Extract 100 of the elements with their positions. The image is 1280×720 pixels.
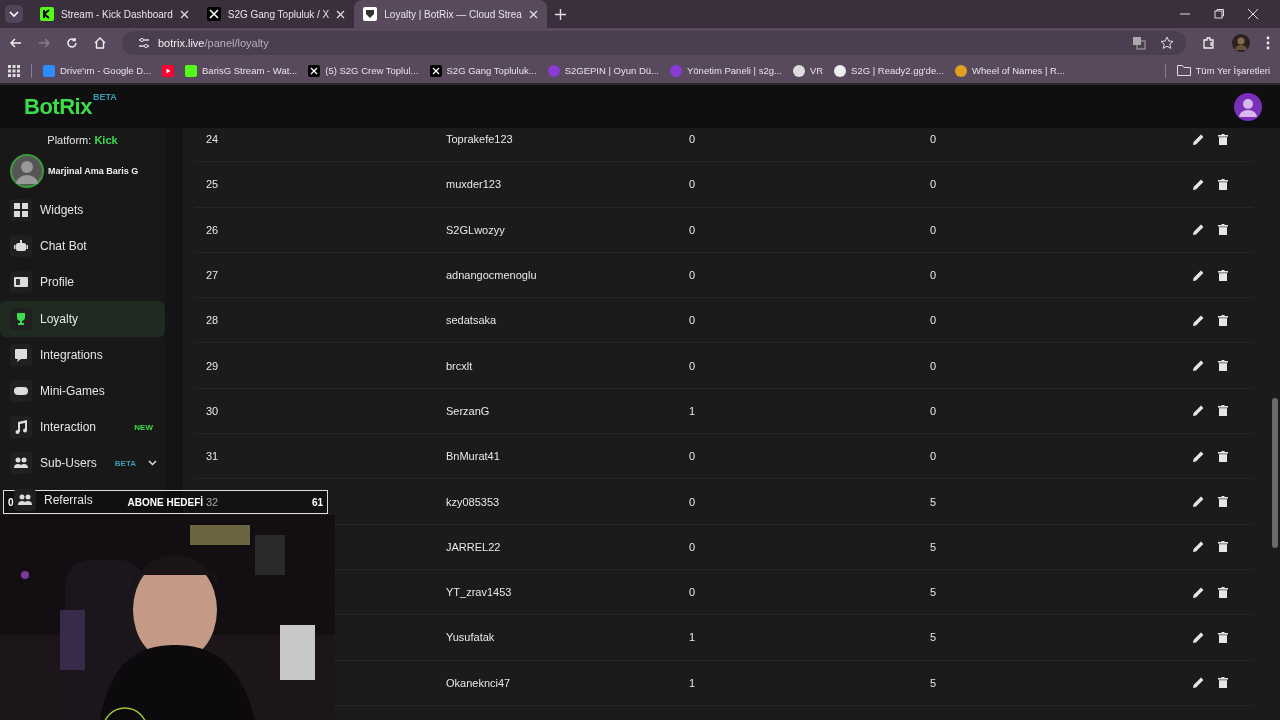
edit-icon[interactable] [1193, 677, 1204, 689]
browser-tab[interactable]: Stream - Kick Dashboard [31, 0, 198, 28]
tab-list-icon[interactable] [5, 5, 23, 23]
row-number: 29 [206, 359, 219, 372]
favicon-icon [43, 64, 55, 77]
card-icon [14, 275, 28, 290]
extensions-icon[interactable] [1202, 36, 1216, 50]
bookmark-star-icon[interactable] [1160, 36, 1174, 50]
delete-icon[interactable] [1218, 586, 1228, 598]
edit-icon[interactable] [1193, 178, 1204, 190]
robot-icon [14, 239, 28, 254]
site-settings-icon[interactable] [138, 37, 150, 49]
row-number: 24 [206, 133, 219, 146]
delete-icon[interactable] [1218, 178, 1228, 190]
scrollbar-thumb[interactable] [1272, 398, 1278, 548]
table-cell: 0 [930, 450, 937, 463]
bookmark[interactable]: S2GEPIN | Oyun Dü... [547, 64, 659, 77]
delete-icon[interactable] [1218, 314, 1228, 326]
user-avatar[interactable] [10, 153, 44, 188]
goal-target: 61 [311, 496, 323, 508]
edit-icon[interactable] [1193, 496, 1204, 507]
trophy-icon [14, 311, 28, 326]
table-cell: 0 [930, 359, 937, 372]
bookmark[interactable]: Wheel of Names | R... [955, 64, 1065, 77]
table-cell: 0 [930, 133, 937, 146]
profile-avatar[interactable] [1232, 34, 1250, 52]
translate-icon[interactable] [1132, 36, 1146, 50]
edit-icon[interactable] [1193, 405, 1204, 417]
delete-icon[interactable] [1218, 631, 1228, 643]
table-cell: 5 [930, 540, 937, 553]
new-tab-icon[interactable] [554, 8, 566, 20]
row-number: 25 [206, 178, 219, 191]
address-bar[interactable]: botrix.live/panel/loyalty [122, 31, 1186, 55]
table-cell: 1 [689, 404, 696, 417]
close-icon[interactable] [336, 9, 346, 19]
sidebar-item[interactable]: Referrals [14, 489, 97, 510]
delete-icon[interactable] [1218, 541, 1228, 553]
edit-icon[interactable] [1193, 631, 1204, 643]
all-bookmarks-folder[interactable]: Tüm Yer İşaretleri [1176, 65, 1270, 76]
delete-icon[interactable] [1218, 677, 1228, 689]
edit-icon[interactable] [1193, 586, 1204, 598]
close-icon[interactable] [528, 9, 538, 19]
row-number: 28 [206, 314, 219, 327]
sidebar-item[interactable]: Loyalty [0, 300, 165, 337]
sidebar-item[interactable]: Chat Bot [0, 228, 165, 265]
restore-icon[interactable] [1214, 9, 1224, 19]
table-cell: 0 [689, 269, 696, 282]
table-cell: 0 [689, 495, 696, 508]
sidebar-item[interactable]: Profile [0, 264, 165, 301]
delete-icon[interactable] [1218, 405, 1228, 417]
users-icon [18, 492, 32, 507]
apps-icon[interactable] [8, 64, 20, 77]
row-number: 30 [206, 404, 219, 417]
bookmark[interactable]: S2G | Ready2.gg'de... [834, 64, 945, 77]
delete-icon[interactable] [1218, 269, 1228, 281]
menu-icon[interactable] [1266, 36, 1270, 50]
bookmark[interactable] [162, 64, 175, 77]
delete-icon[interactable] [1218, 133, 1228, 145]
chat-icon [14, 347, 28, 362]
edit-icon[interactable] [1193, 133, 1204, 145]
delete-icon[interactable] [1218, 224, 1228, 236]
sidebar-item[interactable]: Widgets [0, 192, 165, 229]
close-icon[interactable] [1248, 9, 1258, 19]
sidebar-item[interactable]: Interaction NEW [0, 409, 165, 446]
bookmark[interactable]: BarisG Stream - Wat... [185, 64, 298, 77]
logo[interactable]: BotRix [24, 93, 92, 120]
row-number: 31 [206, 450, 219, 463]
delete-icon[interactable] [1218, 496, 1228, 507]
bookmark[interactable]: Yönetim Paneli | s2g... [670, 64, 782, 77]
table-cell: 0 [689, 586, 696, 599]
reload-icon[interactable] [66, 37, 78, 49]
table-cell: SerzanG [446, 404, 490, 417]
edit-icon[interactable] [1193, 224, 1204, 236]
browser-tab[interactable]: Loyalty | BotRix — Cloud Strea [354, 0, 547, 28]
edit-icon[interactable] [1193, 541, 1204, 553]
back-icon[interactable] [10, 37, 22, 49]
delete-icon[interactable] [1218, 360, 1228, 372]
sidebar-item[interactable]: Sub-Users BETA [0, 445, 165, 482]
bookmark[interactable]: S2G Gang Topluluk... [429, 64, 537, 77]
edit-icon[interactable] [1193, 360, 1204, 372]
sidebar-item[interactable]: Mini-Games [0, 372, 165, 410]
close-icon[interactable] [179, 9, 189, 19]
favicon-icon [834, 64, 847, 77]
home-icon[interactable] [94, 37, 106, 49]
edit-icon[interactable] [1193, 269, 1204, 281]
table-cell: 0 [689, 178, 696, 191]
table-cell: 0 [689, 223, 696, 236]
edit-icon[interactable] [1193, 450, 1204, 462]
browser-tab[interactable]: S2G Gang Topluluk / X [197, 0, 355, 28]
grid-icon [14, 203, 28, 218]
folder-icon [1176, 65, 1191, 76]
user-avatar[interactable] [1234, 92, 1262, 121]
delete-icon[interactable] [1218, 450, 1228, 462]
edit-icon[interactable] [1193, 314, 1204, 326]
chevron-down-icon[interactable] [148, 460, 157, 467]
bookmark[interactable]: VR [792, 64, 824, 77]
bookmark[interactable]: Drive'ım - Google D... [43, 64, 152, 77]
sidebar-item[interactable]: Integrations [0, 336, 165, 373]
platform-name: Kick [94, 134, 118, 146]
bookmark[interactable]: (5) S2G Crew Toplul... [308, 64, 419, 77]
